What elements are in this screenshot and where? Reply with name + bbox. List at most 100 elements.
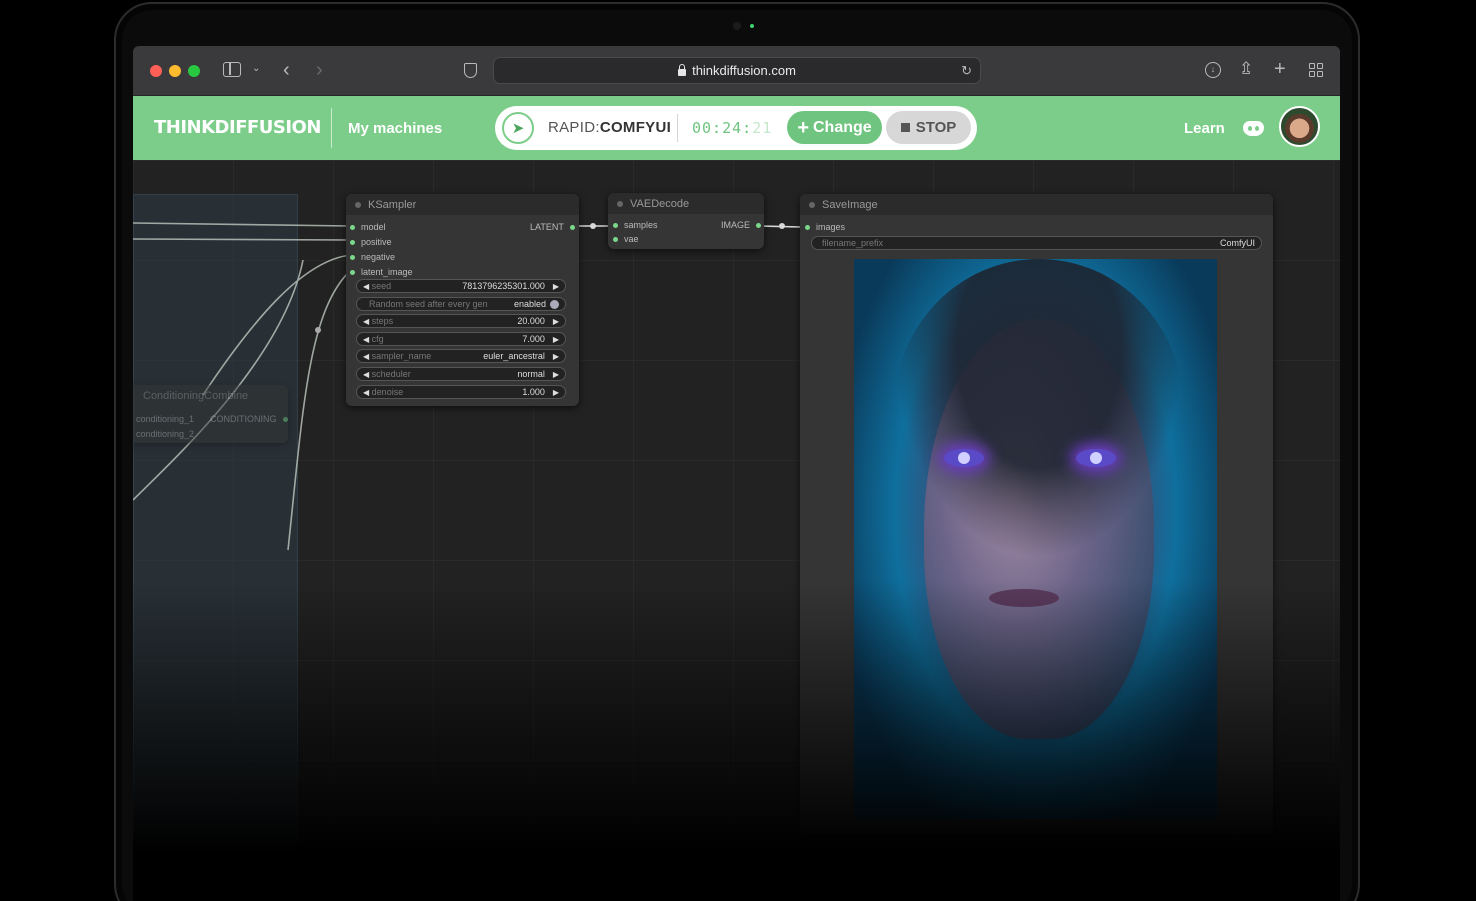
output-dot[interactable]: [569, 224, 575, 230]
sampler-name-widget[interactable]: ◀ sampler_name euler_ancestral ▶: [356, 349, 566, 363]
seed-widget[interactable]: ◀ seed 7813796235301.000 ▶: [356, 279, 566, 293]
lock-icon: [678, 63, 687, 76]
increment-icon[interactable]: ▶: [553, 282, 559, 291]
thinkdiffusion-logo[interactable]: THINKDIFFUSION: [154, 117, 321, 138]
download-icon[interactable]: ↓: [1205, 62, 1221, 78]
hair: [894, 259, 1184, 559]
collapse-dot[interactable]: [809, 201, 815, 208]
node-title: KSampler: [368, 198, 417, 211]
slot-label: positive: [361, 237, 392, 247]
collapse-dot[interactable]: [355, 201, 361, 208]
decrement-icon[interactable]: ◀: [363, 370, 369, 379]
reload-icon[interactable]: ↻: [961, 63, 972, 79]
random-seed-toggle[interactable]: Random seed after every gen enabled: [356, 297, 566, 311]
output-image[interactable]: IMAGE: [721, 220, 762, 230]
stop-label: STOP: [915, 119, 957, 136]
stop-button[interactable]: STOP: [886, 111, 971, 144]
learn-link[interactable]: Learn: [1184, 120, 1225, 137]
node-title: SaveImage: [822, 198, 878, 211]
minimize-window-button[interactable]: [169, 65, 181, 77]
denoise-widget[interactable]: ◀ denoise 1.000 ▶: [356, 385, 566, 399]
saveimage-node[interactable]: SaveImage images filename_prefix ComfyUI: [800, 194, 1273, 834]
address-bar[interactable]: thinkdiffusion.com ↻: [493, 57, 981, 84]
conditioning-combine-node[interactable]: ConditioningCombine conditioning_1 condi…: [133, 385, 288, 443]
right-eye: [1076, 449, 1116, 467]
discord-icon[interactable]: [1243, 121, 1264, 136]
output-latent[interactable]: LATENT: [530, 222, 575, 232]
forward-icon[interactable]: ›: [316, 60, 323, 80]
input-latent-image[interactable]: latent_image: [350, 267, 413, 277]
input-dot[interactable]: [613, 236, 618, 242]
my-machines-link[interactable]: My machines: [348, 120, 442, 137]
output-dot[interactable]: [756, 222, 762, 228]
vaedecode-node[interactable]: VAEDecode samples vae IMAGE: [608, 193, 764, 249]
node-title-bar[interactable]: KSampler: [346, 194, 579, 215]
node-title: VAEDecode: [630, 197, 690, 210]
scheduler-widget[interactable]: ◀ scheduler normal ▶: [356, 367, 566, 381]
sidebar-icon[interactable]: [223, 62, 241, 77]
increment-icon[interactable]: ▶: [553, 388, 559, 397]
back-icon[interactable]: ‹: [283, 60, 290, 80]
machine-app: COMFYUI: [599, 119, 672, 136]
steps-widget[interactable]: ◀ steps 20.000 ▶: [356, 314, 566, 328]
node-title-bar[interactable]: SaveImage: [800, 194, 1273, 215]
timer-main: 00:24:: [692, 119, 753, 137]
camera: [733, 22, 741, 30]
increment-icon[interactable]: ▶: [553, 335, 559, 344]
machine-type: RAPID:: [548, 119, 600, 136]
lips: [989, 589, 1059, 607]
generated-image-preview[interactable]: [854, 259, 1217, 819]
slot-label: latent_image: [361, 267, 413, 277]
decrement-icon[interactable]: ◀: [363, 335, 369, 344]
input-images[interactable]: images: [805, 222, 845, 232]
output-conditioning[interactable]: CONDITIONING: [210, 414, 288, 424]
widget-label: seed: [371, 281, 392, 291]
tab-overview-icon[interactable]: [1309, 63, 1324, 78]
input-negative[interactable]: negative: [350, 252, 395, 262]
new-tab-icon[interactable]: +: [1274, 59, 1286, 79]
increment-icon[interactable]: ▶: [553, 317, 559, 326]
session-timer: 00:24:21: [692, 119, 772, 137]
input-dot[interactable]: [613, 222, 618, 228]
input-conditioning-1[interactable]: conditioning_1: [136, 414, 194, 424]
cfg-widget[interactable]: ◀ cfg 7.000 ▶: [356, 332, 566, 346]
user-avatar[interactable]: [1279, 106, 1320, 147]
chevron-down-icon[interactable]: ⌄: [252, 64, 260, 74]
input-dot[interactable]: [350, 224, 355, 230]
stop-icon: [900, 123, 910, 132]
input-dot[interactable]: [350, 254, 355, 260]
decrement-icon[interactable]: ◀: [363, 352, 369, 361]
input-positive[interactable]: positive: [350, 237, 392, 247]
decrement-icon[interactable]: ◀: [363, 388, 369, 397]
zoom-window-button[interactable]: [188, 65, 200, 77]
slot-label: CONDITIONING: [210, 414, 277, 424]
toggle-icon[interactable]: [550, 299, 559, 309]
input-model[interactable]: model: [350, 222, 386, 232]
slot-label: LATENT: [530, 222, 564, 232]
input-dot[interactable]: [350, 239, 355, 245]
browser-toolbar: ⌄ ‹ › thinkdiffusion.com ↻ ↓ ⇫ +: [133, 46, 1340, 96]
increment-icon[interactable]: ▶: [553, 370, 559, 379]
share-icon[interactable]: ⇫: [1239, 60, 1253, 77]
input-conditioning-2[interactable]: conditioning_2: [136, 429, 194, 439]
input-vae[interactable]: vae: [613, 234, 639, 244]
pill-divider: [677, 114, 678, 142]
collapse-dot[interactable]: [617, 200, 623, 207]
close-window-button[interactable]: [150, 65, 162, 77]
input-dot[interactable]: [350, 269, 355, 275]
output-dot[interactable]: [282, 416, 288, 422]
decrement-icon[interactable]: ◀: [363, 282, 369, 291]
widget-label: denoise: [371, 387, 404, 397]
node-canvas[interactable]: ConditioningCombine conditioning_1 condi…: [133, 160, 1340, 901]
input-samples[interactable]: samples: [613, 220, 658, 230]
change-button[interactable]: + Change: [787, 111, 882, 144]
widget-value: enabled: [513, 299, 546, 309]
privacy-shield-icon[interactable]: [464, 63, 477, 78]
slot-label: model: [361, 222, 386, 232]
filename-prefix-widget[interactable]: filename_prefix ComfyUI: [811, 236, 1262, 250]
node-title-bar[interactable]: VAEDecode: [608, 193, 764, 214]
input-dot[interactable]: [805, 224, 810, 230]
ksampler-node[interactable]: KSampler model positive negative latent_…: [346, 194, 579, 406]
decrement-icon[interactable]: ◀: [363, 317, 369, 326]
increment-icon[interactable]: ▶: [553, 352, 559, 361]
